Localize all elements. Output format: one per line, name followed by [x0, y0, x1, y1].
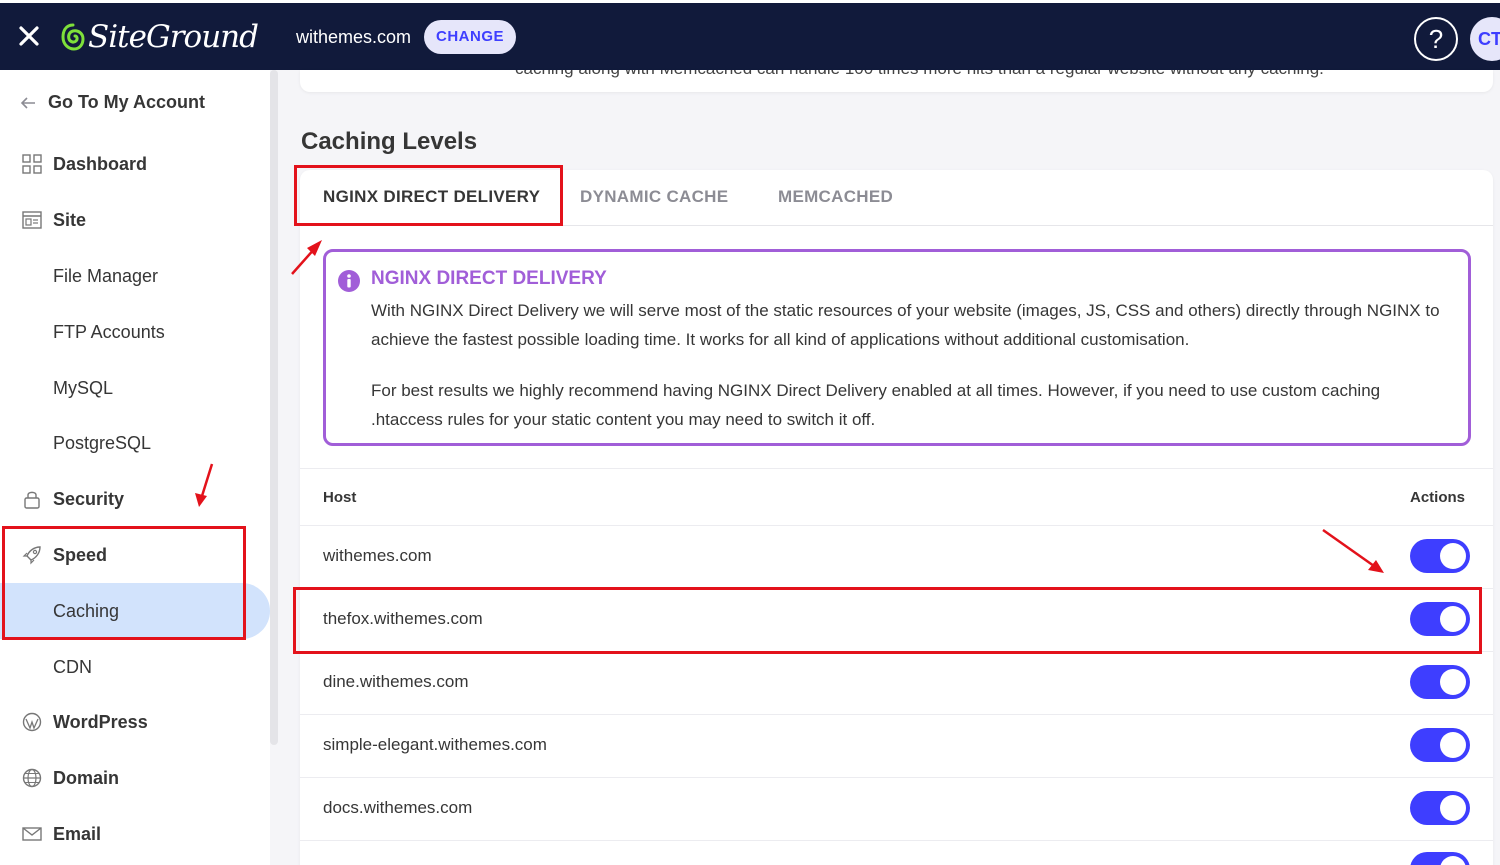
sidebar-item-label: Caching	[53, 600, 120, 621]
site-name: withemes.com	[296, 27, 412, 47]
nginx-toggle[interactable]	[1410, 852, 1470, 865]
table-row: docs.withemes.com	[300, 778, 1493, 841]
table-row: simple-elegant.withemes.com	[300, 715, 1493, 778]
tab-memcached[interactable]: MEMCACHED	[778, 187, 893, 207]
siteground-swirl-icon	[61, 23, 85, 51]
sidebar-scrollbar[interactable]	[270, 70, 278, 745]
logo-text: SiteGround	[88, 19, 259, 55]
toggle-knob	[1440, 543, 1466, 569]
sidebar-item-label: Site	[53, 209, 87, 230]
tab-dynamic-cache[interactable]: DYNAMIC CACHE	[580, 187, 728, 207]
caching-intro-card: caching along with Memcached can handle …	[300, 70, 1493, 92]
sidebar-item-security[interactable]: Security	[0, 471, 270, 527]
sidebar-item-ftp-accounts[interactable]: FTP Accounts	[0, 304, 270, 360]
column-header-actions: Actions	[1410, 489, 1466, 506]
column-header-host: Host	[323, 489, 357, 506]
lock-icon	[24, 491, 40, 509]
host-name: docs.withemes.com	[323, 798, 473, 817]
table-row: withemes.com	[300, 526, 1493, 589]
nginx-toggle[interactable]	[1410, 539, 1470, 573]
sidebar-item-cdn[interactable]: CDN	[0, 639, 270, 695]
sidebar-item-label: Speed	[53, 544, 108, 565]
sidebar-item-label: CDN	[53, 656, 92, 677]
nginx-info-notice: NGINX DIRECT DELIVERY With NGINX Direct …	[323, 249, 1471, 446]
table-row	[300, 841, 1493, 865]
sidebar-item-label: WordPress	[53, 711, 148, 732]
sidebar-item-dashboard[interactable]: Dashboard	[0, 136, 270, 192]
sidebar: Go To My Account Dashboard Site File Man…	[0, 70, 270, 865]
site-window-icon	[22, 211, 42, 229]
notice-paragraph-2: For best results we highly recommend hav…	[371, 381, 1381, 429]
info-icon	[338, 270, 360, 292]
avatar[interactable]: CT	[1470, 17, 1500, 61]
sidebar-item-site[interactable]: Site	[0, 192, 270, 248]
sidebar-item-label: Security	[53, 488, 125, 509]
caching-tabs: NGINX DIRECT DELIVERY DYNAMIC CACHE MEMC…	[300, 170, 1493, 226]
nginx-toggle[interactable]	[1410, 791, 1470, 825]
sidebar-item-label: File Manager	[53, 265, 159, 286]
notice-title: NGINX DIRECT DELIVERY	[371, 268, 607, 289]
nginx-toggle[interactable]	[1410, 665, 1470, 699]
host-name: withemes.com	[323, 546, 432, 565]
nginx-toggle[interactable]	[1410, 728, 1470, 762]
change-site-button[interactable]: CHANGE	[424, 20, 517, 54]
host-name: simple-elegant.withemes.com	[323, 735, 547, 754]
sidebar-item-label: PostgreSQL	[53, 432, 152, 453]
sidebar-item-email[interactable]: Email	[0, 806, 270, 862]
sidebar-item-mysql[interactable]: MySQL	[0, 360, 270, 416]
sidebar-item-label: MySQL	[53, 377, 114, 398]
host-name: dine.withemes.com	[323, 672, 469, 691]
sidebar-item-label: Email	[53, 823, 102, 844]
host-name: thefox.withemes.com	[323, 609, 483, 628]
table-header: Host Actions	[300, 468, 1493, 526]
top-bar: SiteGround withemes.com CHANGE ? CT	[0, 0, 1500, 70]
sidebar-item-label: Domain	[53, 767, 120, 788]
notice-paragraph-1: With NGINX Direct Delivery we will serve…	[371, 301, 1440, 349]
go-to-account-link[interactable]: Go To My Account	[20, 92, 205, 113]
globe-icon	[22, 768, 42, 788]
grid-icon	[22, 154, 42, 174]
sidebar-item-domain[interactable]: Domain	[0, 750, 270, 806]
toggle-knob	[1440, 795, 1466, 821]
toggle-knob	[1440, 606, 1466, 632]
envelope-icon	[22, 827, 42, 841]
rocket-icon	[22, 546, 41, 565]
table-row: thefox.withemes.com	[300, 589, 1493, 652]
sidebar-item-postgresql[interactable]: PostgreSQL	[0, 415, 270, 471]
siteground-logo[interactable]: SiteGround	[60, 17, 259, 57]
help-button[interactable]: ?	[1414, 17, 1458, 61]
sidebar-item-caching[interactable]: Caching	[0, 583, 270, 639]
wordpress-icon	[22, 712, 42, 732]
sidebar-item-wordpress[interactable]: WordPress	[0, 694, 270, 750]
arrow-left-icon	[20, 96, 35, 109]
section-title: Caching Levels	[301, 128, 478, 155]
close-icon[interactable]	[16, 23, 42, 49]
nginx-toggle[interactable]	[1410, 602, 1470, 636]
toggle-knob	[1440, 732, 1466, 758]
sidebar-item-label: Dashboard	[53, 153, 148, 174]
sidebar-item-speed[interactable]: Speed	[0, 527, 270, 583]
go-to-account-label: Go To My Account	[48, 92, 205, 112]
table-row: dine.withemes.com	[300, 652, 1493, 715]
caching-levels-card: NGINX DIRECT DELIVERY DYNAMIC CACHE MEMC…	[300, 170, 1493, 865]
intro-text: caching along with Memcached can handle …	[515, 70, 1324, 79]
toggle-knob	[1440, 669, 1466, 695]
sidebar-item-label: FTP Accounts	[53, 321, 165, 342]
toggle-knob	[1440, 856, 1466, 865]
tab-nginx-direct-delivery[interactable]: NGINX DIRECT DELIVERY	[323, 187, 540, 207]
sidebar-item-file-manager[interactable]: File Manager	[0, 248, 270, 304]
